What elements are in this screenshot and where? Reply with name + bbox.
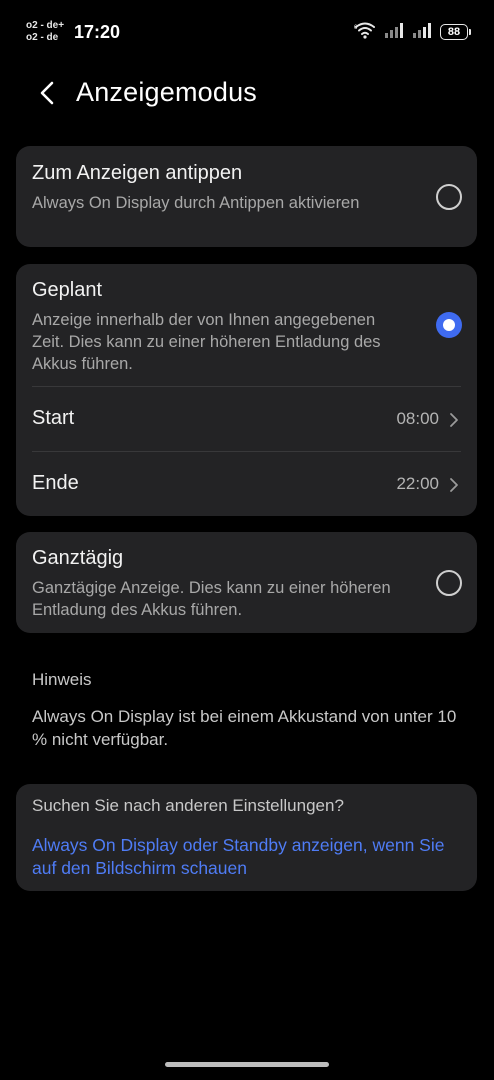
carrier-names: o2 - de+ o2 - de [26, 20, 64, 44]
suggestion-link[interactable]: Always On Display oder Standby anzeigen,… [32, 834, 452, 880]
battery-icon: 88 [440, 24, 471, 40]
end-label: Ende [32, 472, 79, 494]
end-time-row[interactable]: Ende 22:00 [16, 452, 477, 516]
home-indicator[interactable] [165, 1062, 329, 1067]
radio-all-day[interactable] [436, 570, 462, 596]
option-title: Geplant [32, 279, 103, 301]
status-icons: 6 88 [354, 21, 471, 44]
status-bar: o2 - de+ o2 - de 17:20 6 88 [0, 0, 494, 66]
back-button[interactable] [30, 78, 64, 112]
carrier-1: o2 - de+ [26, 20, 65, 31]
chevron-left-icon [38, 80, 56, 111]
option-all-day[interactable]: Ganztägig Ganztägige Anzeige. Dies kann … [16, 532, 477, 633]
note-text: Always On Display ist bei einem Akkustan… [32, 707, 457, 749]
app-header: Anzeigemodus [0, 66, 494, 122]
signal-icon [412, 22, 432, 43]
wifi-icon: 6 [354, 21, 376, 44]
radio-scheduled[interactable] [436, 312, 462, 338]
option-description: Ganztägige Anzeige. Dies kann zu einer h… [32, 579, 391, 619]
chevron-right-icon [448, 411, 460, 429]
option-description: Anzeige innerhalb der von Ihnen angegebe… [32, 311, 381, 373]
option-tap-to-show[interactable]: Zum Anzeigen antippen Always On Display … [16, 146, 477, 247]
end-value: 22:00 [396, 474, 439, 493]
option-title: Ganztägig [32, 547, 124, 569]
start-time-row[interactable]: Start 08:00 [16, 387, 477, 451]
option-scheduled[interactable]: Geplant Anzeige innerhalb der von Ihnen … [16, 264, 477, 386]
status-time: 17:20 [74, 22, 121, 42]
suggestions-title: Suchen Sie nach anderen Einstellungen? [32, 796, 344, 815]
option-title: Zum Anzeigen antippen [32, 162, 243, 184]
radio-selected-dot [443, 319, 455, 331]
start-label: Start [32, 407, 75, 429]
chevron-right-icon [448, 476, 460, 494]
option-description: Always On Display durch Antippen aktivie… [32, 194, 360, 212]
suggestions-card: Suchen Sie nach anderen Einstellungen? A… [16, 784, 477, 891]
note-title: Hinweis [32, 670, 92, 689]
battery-level: 88 [447, 26, 461, 38]
carrier-2: o2 - de [26, 32, 59, 43]
radio-tap-to-show[interactable] [436, 184, 462, 210]
option-scheduled-card: Geplant Anzeige innerhalb der von Ihnen … [16, 264, 477, 516]
page-title: Anzeigemodus [76, 77, 258, 107]
signal-icon [384, 22, 404, 43]
start-value: 08:00 [396, 409, 439, 428]
